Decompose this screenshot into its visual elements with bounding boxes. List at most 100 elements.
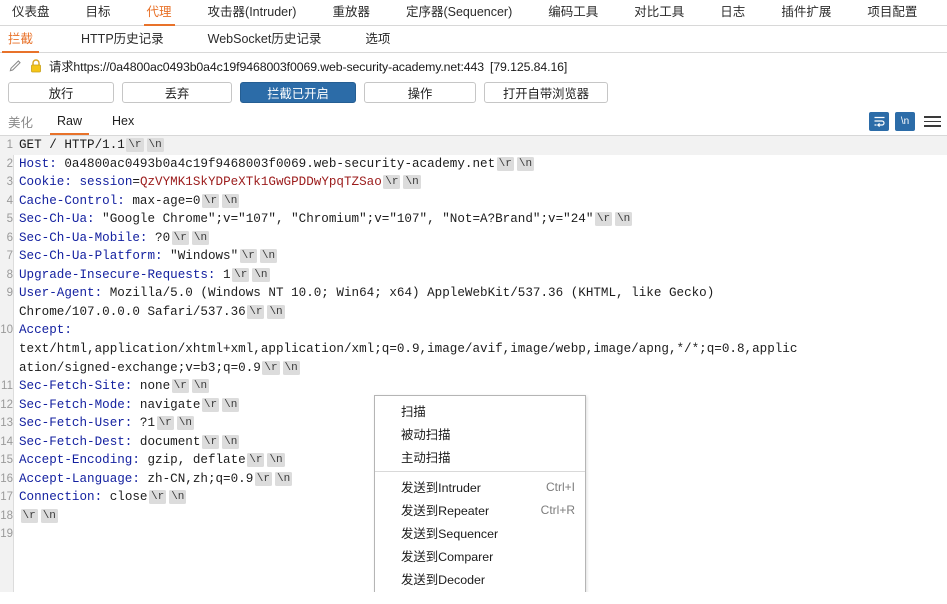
- crlf-marker: \n: [267, 304, 285, 319]
- newline-glyph: \n: [900, 116, 910, 127]
- sub-tab-2[interactable]: WebSocket历史记录: [208, 24, 322, 52]
- line-text: Chrome/107.0.0.0 Safari/537.36 \r \n: [14, 303, 286, 322]
- line-text: User-Agent: Mozilla/5.0 (Windows NT 10.0…: [14, 284, 714, 303]
- main-tab-bar: 仪表盘 目标 代理 攻击器(Intruder) 重放器 定序器(Sequencer) 编码工…: [0, 0, 947, 26]
- code-segment: Accept:: [19, 323, 72, 338]
- request-url-text: 请求https://0a4800ac0493b0a4c19f9468003f00…: [49, 57, 567, 75]
- url-ip: [79.125.84.16]: [490, 59, 568, 74]
- code-segment: close: [102, 490, 148, 505]
- context-menu-item[interactable]: 发送到Sequencer: [375, 521, 585, 544]
- request-editor[interactable]: 1 GET / HTTP/1.1 \r \n 2 Host: 0a4800ac0493b0…: [0, 136, 947, 592]
- line-number: 10: [0, 324, 13, 337]
- code-segment: max-age=0: [124, 193, 201, 208]
- context-menu-item[interactable]: 通过浏览器请求›: [375, 590, 585, 592]
- newline-icon[interactable]: \n: [895, 112, 915, 131]
- forward-button[interactable]: 放行: [8, 82, 114, 103]
- line-text: GET / HTTP/1.1 \r \n: [14, 136, 165, 155]
- code-segment: Sec-Fetch-Dest:: [19, 434, 133, 449]
- code-segment: Sec-Fetch-Mode:: [19, 397, 133, 412]
- sub-tab-3[interactable]: 选项: [365, 24, 390, 52]
- word-wrap-icon[interactable]: [869, 112, 889, 131]
- line-text: Sec-Fetch-Site: none \r \n: [14, 377, 211, 396]
- line-number: 9: [6, 287, 13, 300]
- tab-hex[interactable]: Hex: [110, 109, 136, 134]
- code-segment: ?1: [132, 416, 156, 431]
- lock-icon: [31, 58, 41, 72]
- code-line: Chrome/107.0.0.0 Safari/537.36 \r \n: [0, 303, 947, 322]
- line-number: 14: [0, 435, 13, 448]
- line-number: 3: [6, 176, 13, 189]
- proxy-sub-tab-bar: 拦截 HTTP历史记录 WebSocket历史记录 选项: [0, 26, 947, 53]
- line-number: 4: [6, 194, 13, 207]
- code-segment: ?0: [147, 230, 171, 245]
- code-segment: Chrome/107.0.0.0 Safari/537.36: [19, 304, 246, 319]
- crlf-marker: \r: [201, 434, 220, 449]
- code-line: 1 GET / HTTP/1.1 \r \n: [0, 136, 947, 155]
- main-tab-8[interactable]: 日志: [720, 0, 745, 25]
- crlf-marker: \r: [594, 212, 613, 227]
- menu-icon[interactable]: [924, 112, 941, 131]
- context-menu-label: 发送到Sequencer: [401, 526, 499, 541]
- url-value: https://0a4800ac0493b0a4c19f9468003f0069…: [73, 59, 484, 74]
- context-menu-label: 发送到Comparer: [401, 549, 494, 564]
- line-number: 13: [0, 417, 13, 430]
- main-tab-2[interactable]: 代理: [143, 0, 175, 26]
- code-segment: Connection:: [19, 490, 103, 505]
- context-menu-item[interactable]: 主动扫描: [375, 445, 585, 468]
- sub-tab-1[interactable]: HTTP历史记录: [81, 24, 164, 52]
- line-text: Connection: close \r \n: [14, 488, 188, 507]
- main-tab-4[interactable]: 重放器: [332, 0, 370, 25]
- main-tab-5[interactable]: 定序器(Sequencer): [406, 0, 512, 25]
- editor-view-bar: 美化 Raw Hex \n: [0, 108, 947, 136]
- line-text: \r \n: [14, 507, 59, 526]
- crlf-marker: \r: [201, 193, 220, 208]
- crlf-marker: \r: [247, 304, 265, 319]
- main-tab-0[interactable]: 仪表盘: [12, 0, 50, 25]
- main-tab-10[interactable]: 项目配置: [867, 0, 917, 25]
- context-menu[interactable]: 扫描 被动扫描主动扫描发送到Intruder Ctrl+I 发送到Repeater Ct…: [374, 395, 586, 592]
- context-menu-item[interactable]: 发送到Decoder: [375, 567, 585, 590]
- line-text: Cookie: session=QzVYMK1SkYDPeXTk1GwGPDDw…: [14, 173, 422, 192]
- open-browser-button[interactable]: 打开自带浏览器: [484, 82, 608, 103]
- code-segment: none: [132, 379, 171, 394]
- main-tab-7[interactable]: 对比工具: [634, 0, 684, 25]
- pencil-icon: [9, 60, 21, 72]
- context-menu-label: 主动扫描: [401, 450, 451, 465]
- context-menu-item[interactable]: 发送到Repeater Ctrl+R: [375, 498, 585, 521]
- drop-button[interactable]: 丢弃: [122, 82, 232, 103]
- context-menu-shortcut: Ctrl+R: [540, 502, 575, 517]
- code-segment: zh-CN,zh;q=0.9: [139, 471, 254, 486]
- main-tab-9[interactable]: 插件扩展: [781, 0, 831, 25]
- crlf-marker: \n: [176, 416, 194, 431]
- crlf-marker: \r: [254, 471, 272, 486]
- main-tab-3[interactable]: 攻击器(Intruder): [208, 0, 297, 25]
- context-menu-item[interactable]: 发送到Intruder Ctrl+I: [375, 475, 585, 498]
- code-line: 11 Sec-Fetch-Site: none \r \n: [0, 377, 947, 396]
- main-tab-6[interactable]: 编码工具: [548, 0, 598, 25]
- code-line: 6 Sec-Ch-Ua-Mobile: ?0 \r \n: [0, 229, 947, 248]
- line-number: 17: [0, 491, 13, 504]
- context-menu-item[interactable]: 发送到Comparer: [375, 544, 585, 567]
- code-segment: 0a4800ac0493b0a4c19f9468003f0069.web-sec…: [56, 156, 496, 171]
- crlf-marker: \n: [259, 249, 278, 264]
- main-tab-1[interactable]: 目标: [86, 0, 111, 25]
- beautify-button[interactable]: 美化: [8, 112, 33, 131]
- url-prefix: 请求: [49, 59, 74, 74]
- crlf-marker: \r: [149, 490, 167, 505]
- sub-tab-0[interactable]: 拦截: [1, 24, 40, 53]
- action-button[interactable]: 操作: [364, 82, 476, 103]
- crlf-marker: \r: [262, 360, 280, 375]
- code-segment: text/html,application/xhtml+xml,applicat…: [19, 342, 798, 357]
- line-number: 5: [6, 213, 13, 226]
- intercept-toggle-button[interactable]: 拦截已开启: [240, 82, 356, 103]
- code-line: 5 Sec-Ch-Ua: "Google Chrome";v="107", "Ch…: [0, 210, 947, 229]
- line-number: 19: [0, 528, 13, 541]
- context-menu-item[interactable]: 扫描: [375, 399, 585, 422]
- crlf-marker: \n: [169, 490, 187, 505]
- code-segment: Sec-Ch-Ua-Platform:: [19, 249, 163, 264]
- code-segment: "Google Chrome";v="107", "Chromium";v="1…: [94, 212, 594, 227]
- line-number: 16: [0, 472, 13, 485]
- context-menu-item[interactable]: 被动扫描: [375, 422, 585, 445]
- crlf-marker: \r: [232, 267, 250, 282]
- tab-raw[interactable]: Raw: [50, 109, 90, 135]
